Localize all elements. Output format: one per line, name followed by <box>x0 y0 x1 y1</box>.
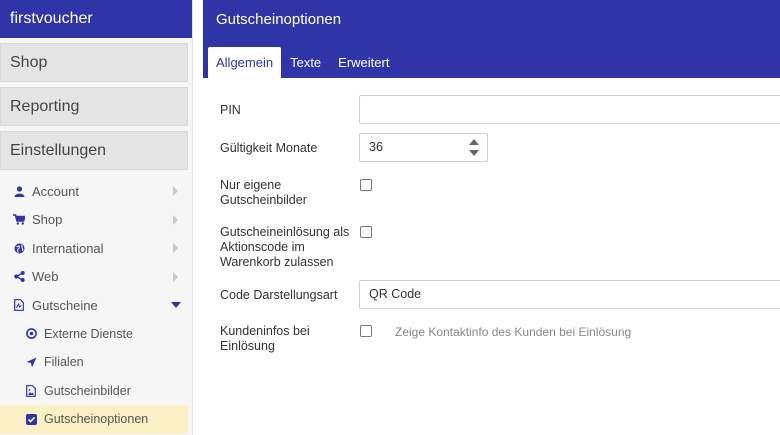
brand-logo[interactable]: firstvoucher <box>0 0 192 38</box>
number-stepper[interactable] <box>469 139 479 156</box>
sidebar-subitem-gutscheinoptionen[interactable]: Gutscheinoptionen <box>0 405 188 434</box>
page-title: Gutscheinoptionen <box>216 11 342 28</box>
pin-label: PIN <box>220 103 241 117</box>
sidebar: firstvoucher Shop Reporting Einstellunge… <box>0 0 193 435</box>
sidebar-section-reporting[interactable]: Reporting <box>0 87 188 126</box>
sidebar-subitem-label: Gutscheinoptionen <box>44 412 149 427</box>
sidebar-item-label: Gutscheine <box>32 297 98 313</box>
stepper-down-icon[interactable] <box>469 150 479 156</box>
customer-info-label: Kundeninfos bei Einlösung <box>220 324 355 354</box>
action-code-label-line2: Aktionscode im <box>220 240 305 254</box>
sidebar-item-shop[interactable]: Shop <box>0 206 192 235</box>
validity-input[interactable]: 36 <box>359 133 488 162</box>
sidebar-item-label: International <box>32 240 104 256</box>
action-code-label-line3: Warenkorb zulassen <box>220 255 334 269</box>
own-images-checkbox[interactable] <box>360 179 372 191</box>
sidebar-section-einstellungen[interactable]: Einstellungen <box>0 131 188 170</box>
tab-erweitert[interactable]: Erweitert <box>330 47 397 78</box>
chevron-right-icon <box>173 186 178 197</box>
sidebar-item-label: Account <box>32 183 79 199</box>
checked-square-icon <box>25 413 37 425</box>
customer-info-label-line2: Einlösung <box>220 339 275 353</box>
globe-icon <box>13 242 25 254</box>
sidebar-subitem-label: Filialen <box>44 355 84 370</box>
validity-value: 36 <box>369 140 383 154</box>
chevron-right-icon <box>173 271 178 282</box>
user-icon <box>13 185 25 197</box>
sidebar-subitem-externe-dienste[interactable]: Externe Dienste <box>0 320 188 349</box>
location-arrow-icon <box>25 356 37 368</box>
tab-allgemein[interactable]: Allgemein <box>208 47 282 78</box>
image-file-icon <box>25 384 37 397</box>
cart-icon <box>13 214 25 226</box>
sidebar-item-web[interactable]: Web <box>0 263 192 292</box>
tab-bar: Allgemein Texte Erweitert <box>208 47 398 78</box>
chevron-right-icon <box>173 214 178 225</box>
action-code-label-line1: Gutscheineinlösung als <box>220 225 350 239</box>
customer-info-checkbox[interactable] <box>360 325 372 337</box>
sidebar-item-account[interactable]: Account <box>0 177 192 206</box>
chevron-down-icon <box>171 302 181 309</box>
header: Gutscheinoptionen Allgemein Texte Erweit… <box>203 0 780 78</box>
customer-info-label-line1: Kundeninfos bei <box>220 324 310 338</box>
sidebar-subitem-label: Externe Dienste <box>44 326 133 341</box>
main-content: Gutscheinoptionen Allgemein Texte Erweit… <box>203 0 780 435</box>
sidebar-subitem-filialen[interactable]: Filialen <box>0 348 188 377</box>
own-images-label-line1: Nur eigene <box>220 178 282 192</box>
tab-texte[interactable]: Texte <box>282 47 329 78</box>
pdf-file-icon <box>13 299 25 312</box>
sidebar-item-label: Shop <box>32 212 63 228</box>
sidebar-item-label: Web <box>32 269 59 285</box>
sidebar-section-shop[interactable]: Shop <box>0 43 188 82</box>
action-code-checkbox[interactable] <box>360 226 372 238</box>
code-display-label: Code Darstellungsart <box>220 288 338 302</box>
target-icon <box>25 328 37 340</box>
own-images-label: Nur eigene Gutscheinbilder <box>220 178 355 208</box>
sidebar-subitem-label: Gutscheinbilder <box>44 383 131 398</box>
action-code-label: Gutscheineinlösung als Aktionscode im Wa… <box>220 225 360 270</box>
customer-info-hint: Zeige Kontaktinfo des Kunden bei Einlösu… <box>395 325 632 339</box>
share-icon <box>13 271 25 283</box>
sidebar-subitem-gutscheinbilder[interactable]: Gutscheinbilder <box>0 377 188 406</box>
pin-input[interactable] <box>359 95 780 124</box>
own-images-label-line2: Gutscheinbilder <box>220 193 307 207</box>
sidebar-item-international[interactable]: International <box>0 234 192 263</box>
settings-nav: Account Shop International Web Gutschein… <box>0 177 192 434</box>
chevron-right-icon <box>173 243 178 254</box>
sidebar-item-gutscheine[interactable]: Gutscheine <box>0 291 192 320</box>
stepper-up-icon[interactable] <box>469 139 479 145</box>
validity-label: Gültigkeit Monate <box>220 141 318 155</box>
code-display-select[interactable]: QR Code <box>359 280 780 309</box>
